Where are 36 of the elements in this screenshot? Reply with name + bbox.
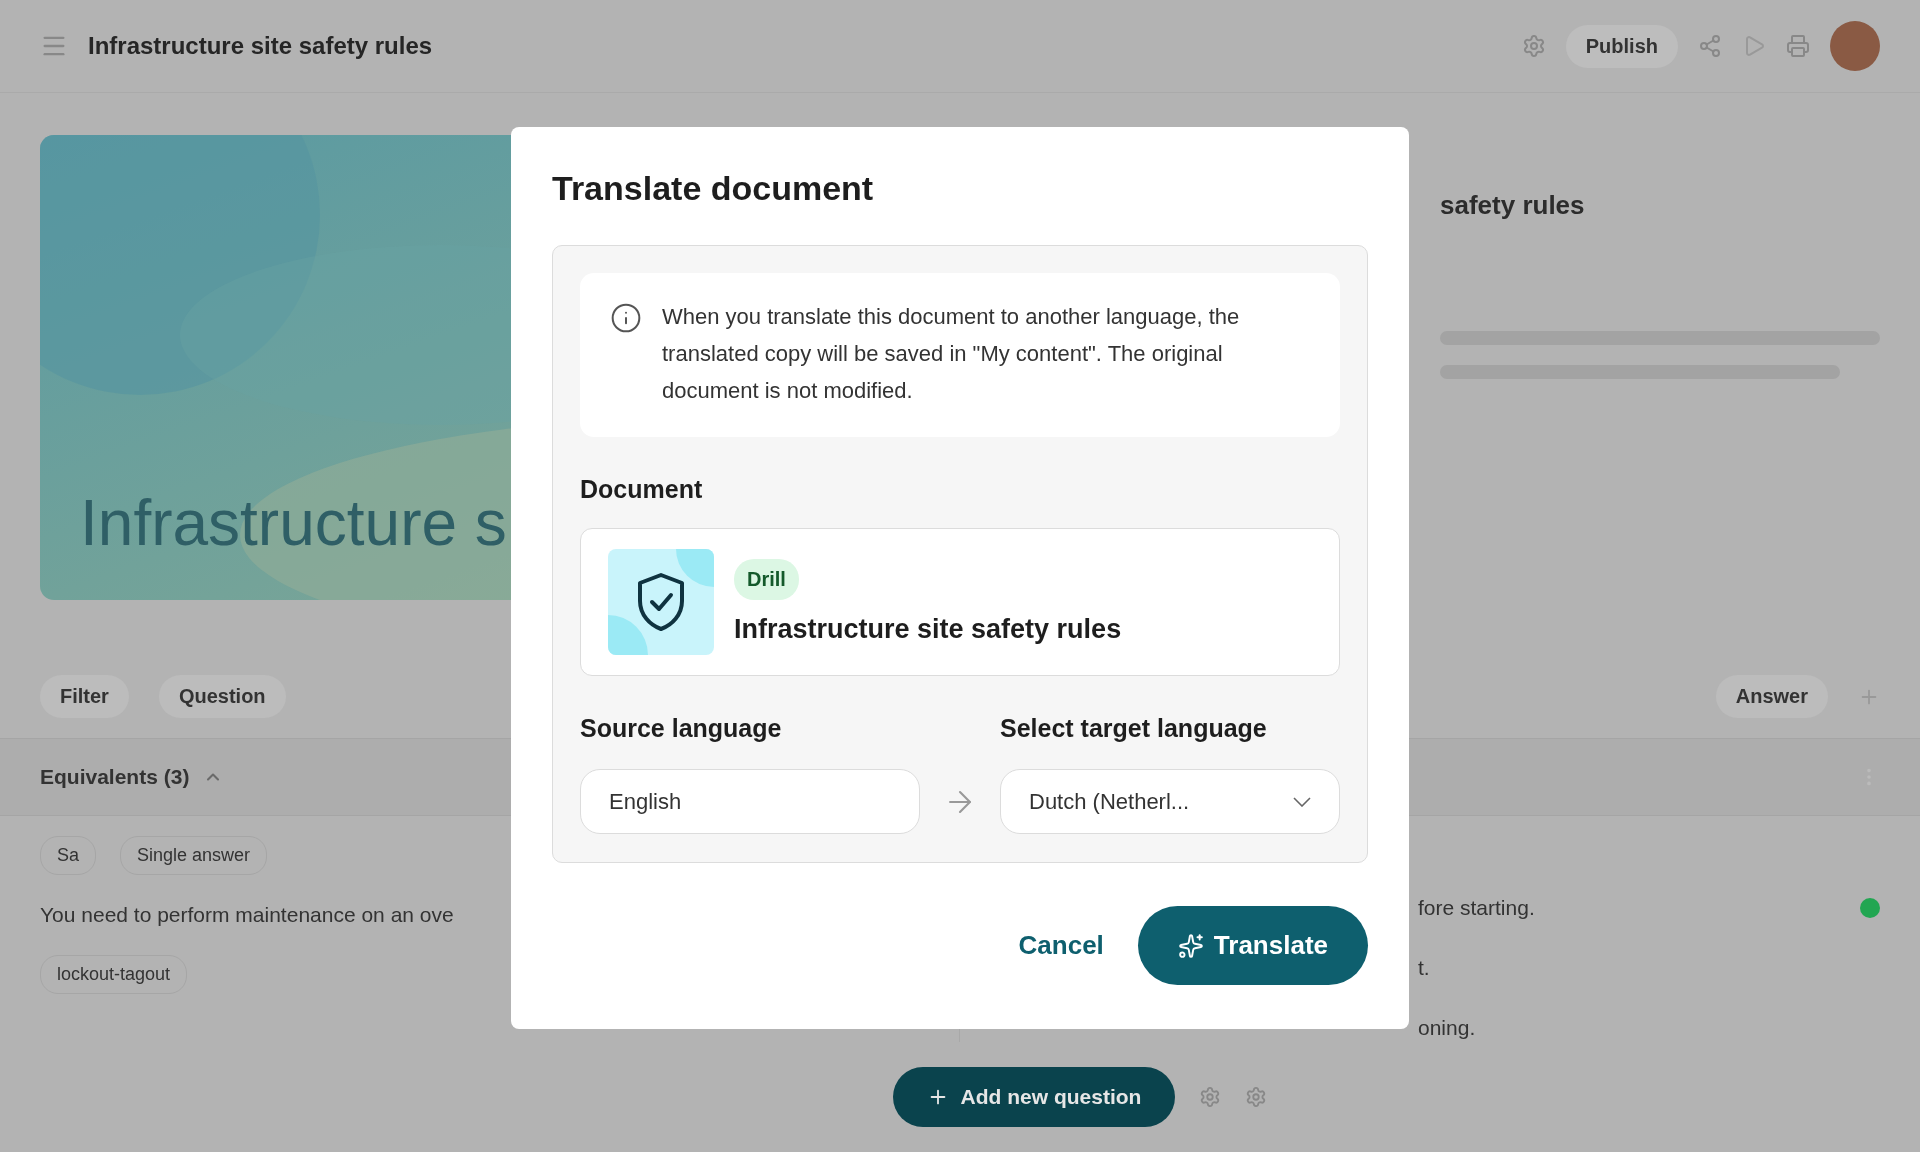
type-badge: Drill [734,559,799,600]
question-text: You need to perform maintenance on an ove [40,903,455,927]
section-title: Equivalents (3) [40,765,190,789]
settings-icon[interactable] [1199,1086,1222,1108]
printer-icon[interactable] [1786,34,1810,58]
sparkle-icon [1177,932,1204,959]
translate-button[interactable]: Translate [1137,906,1368,985]
question-tag: Sa [40,836,97,875]
document-title: Infrastructure site safety rules [88,32,434,60]
filter-chip[interactable]: Filter [40,675,129,718]
document-name: Infrastructure site safety rules [734,614,1122,645]
settings-icon[interactable] [1245,1086,1268,1108]
info-icon [610,302,642,334]
target-language-select[interactable]: Dutch (Netherl... [1000,769,1340,834]
answer-text: oning. [1418,1016,1476,1040]
share-icon[interactable] [1698,34,1722,58]
hero-title: Infrastructure s [80,486,507,560]
cancel-button[interactable]: Cancel [1012,922,1110,969]
filter-chip[interactable]: Answer [1715,675,1828,718]
keyword-tag: lockout-tagout [40,955,188,994]
settings-icon[interactable] [1521,34,1546,58]
chevron-down-icon [1293,796,1311,807]
publish-button[interactable]: Publish [1565,24,1678,68]
field-label: Source language [580,714,783,743]
add-question-button[interactable]: Add new question [892,1067,1176,1127]
answer-text: fore starting. [1418,896,1535,920]
question-tag: Single answer [120,836,268,875]
document-heading: safety rules [1440,190,1586,221]
section-label: Document [580,475,703,503]
filter-chip[interactable]: Question [158,675,286,718]
answer-text: t. [1418,956,1430,980]
source-language-field[interactable]: English [580,769,920,834]
info-text: When you translate this document to another language, the translated copy will be saved in "My content". The original document is not modified. [662,303,1241,405]
user-avatar[interactable] [1830,21,1880,71]
dialog-title: Translate document [552,169,875,208]
field-label: Select target language [1000,714,1268,743]
